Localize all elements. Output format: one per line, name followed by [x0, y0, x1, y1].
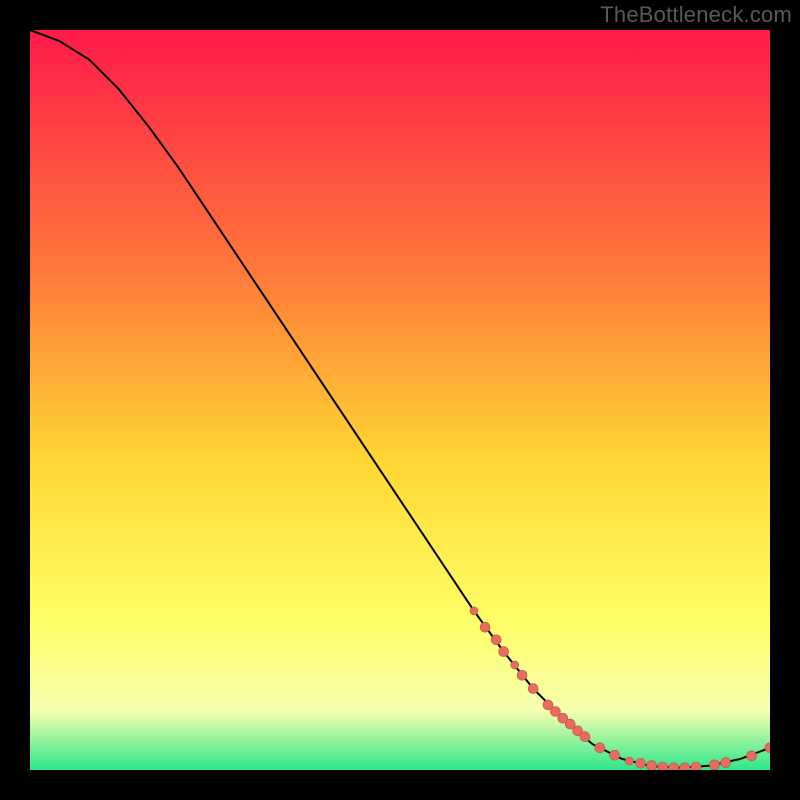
- gradient-background: [30, 30, 770, 770]
- chart-stage: TheBottleneck.com: [0, 0, 800, 800]
- data-marker: [470, 607, 478, 615]
- data-marker: [491, 635, 501, 645]
- plot-area: [30, 30, 770, 770]
- data-marker: [658, 762, 668, 770]
- data-marker: [710, 760, 720, 770]
- chart-svg: [30, 30, 770, 770]
- data-marker: [517, 670, 527, 680]
- data-marker: [625, 757, 633, 765]
- data-marker: [680, 763, 690, 770]
- data-marker: [511, 661, 519, 669]
- data-marker: [721, 758, 731, 768]
- data-marker: [636, 758, 646, 768]
- data-marker: [528, 684, 538, 694]
- data-marker: [647, 761, 657, 770]
- data-marker: [480, 622, 490, 632]
- data-marker: [669, 763, 679, 770]
- data-marker: [691, 762, 701, 770]
- data-marker: [610, 750, 620, 760]
- data-marker: [499, 647, 509, 657]
- data-marker: [580, 732, 590, 742]
- watermark-text: TheBottleneck.com: [600, 2, 792, 28]
- data-marker: [595, 743, 605, 753]
- data-marker: [747, 751, 757, 761]
